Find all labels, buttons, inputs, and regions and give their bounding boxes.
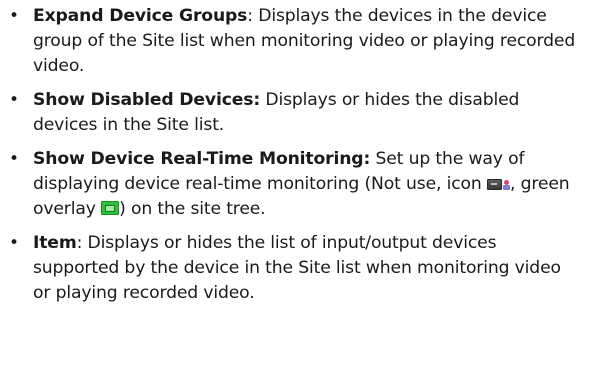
list-item-show-device-real-time-monitoring: • Show Device Real-Time Monitoring: Set … <box>9 147 581 222</box>
term-show-disabled-devices: Show Disabled Devices: <box>33 90 261 110</box>
description-real-time-monitoring-part-c: ) on the site tree. <box>119 199 266 219</box>
term-show-device-real-time-monitoring: Show Device Real-Time Monitoring: <box>33 149 371 169</box>
bullet: • <box>9 90 19 110</box>
document-page: • Expand Device Groups: Displays the dev… <box>0 0 589 370</box>
description-item: Displays or hides the list of input/outp… <box>33 233 561 303</box>
live-status-icon <box>502 180 510 190</box>
list-item-expand-device-groups: • Expand Device Groups: Displays the dev… <box>9 4 581 79</box>
settings-description-list: • Expand Device Groups: Displays the dev… <box>9 4 581 306</box>
list-item-item: • Item: Displays or hides the list of in… <box>9 231 581 306</box>
term-item: Item <box>33 233 77 253</box>
green-overlay-icon <box>101 201 120 215</box>
list-item-show-disabled-devices: • Show Disabled Devices: Displays or hid… <box>9 88 581 138</box>
term-expand-device-groups: Expand Device Groups <box>33 6 248 26</box>
camera-monitoring-icon <box>486 179 502 190</box>
bullet: • <box>9 149 19 169</box>
bullet: • <box>9 233 19 253</box>
bullet: • <box>9 6 19 26</box>
